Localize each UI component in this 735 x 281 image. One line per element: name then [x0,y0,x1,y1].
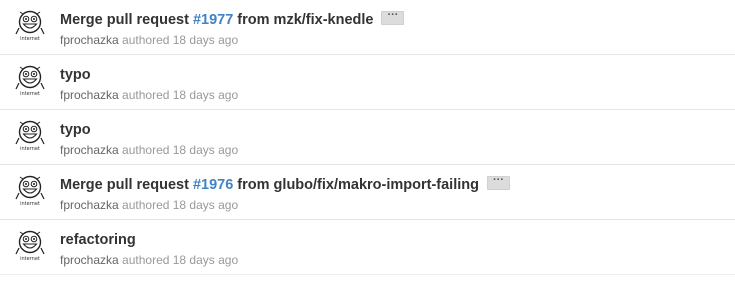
author-link[interactable]: fprochazka [60,198,119,212]
commit-title[interactable]: refactoring [60,231,136,249]
avatar-face-icon [15,230,45,255]
avatar-caption: internet [20,146,40,152]
commit-time: 18 days ago [172,33,239,47]
avatar-caption: internet [20,201,40,207]
commit-title-text[interactable]: refactoring [60,232,136,248]
commit-title[interactable]: typo [60,121,91,139]
avatar-caption: internet [20,256,40,262]
author-link[interactable]: fprochazka [60,88,119,102]
authored-label: authored [118,143,173,157]
commit-row: internet Merge pull request #1977 from m… [0,0,735,55]
avatar-caption: internet [20,36,40,42]
authored-label: authored [118,88,173,102]
commit-row: internet refactoring fprochazka authored… [0,220,735,275]
avatar-face-icon [15,175,45,200]
commit-meta: fprochazka authored 18 days ago [60,88,238,102]
avatar-face-icon [15,65,45,90]
commit-time: 18 days ago [172,143,239,157]
avatar-face-icon [15,120,45,145]
commit-row: internet Merge pull request #1976 from g… [0,165,735,220]
pull-request-link[interactable]: #1977 [193,12,233,28]
commit-title-branch[interactable]: from glubo/fix/makro-import-failing [233,177,479,193]
commit-title-text[interactable]: Merge pull request [60,177,193,193]
author-link[interactable]: fprochazka [60,33,119,47]
commit-time: 18 days ago [172,253,239,267]
authored-label: authored [118,253,173,267]
commit-title-text[interactable]: typo [60,122,91,138]
commit-title[interactable]: Merge pull request #1976 from glubo/fix/… [60,175,510,194]
expand-message-button[interactable]: ··· [381,10,405,26]
commit-meta: fprochazka authored 18 days ago [60,143,238,157]
commit-title-text[interactable]: typo [60,67,91,83]
commit-row: internet typo fprochazka authored 18 day… [0,110,735,165]
commit-time: 18 days ago [172,88,239,102]
commit-title-text[interactable]: Merge pull request [60,12,193,28]
commit-time: 18 days ago [172,198,239,212]
commit-title[interactable]: Merge pull request #1977 from mzk/fix-kn… [60,10,405,29]
author-link[interactable]: fprochazka [60,253,119,267]
commit-meta: fprochazka authored 18 days ago [60,33,238,47]
avatar-face-icon [15,10,45,35]
author-link[interactable]: fprochazka [60,143,119,157]
commit-title[interactable]: typo [60,66,91,84]
authored-label: authored [118,198,173,212]
commit-meta: fprochazka authored 18 days ago [60,253,238,267]
commit-title-branch[interactable]: from mzk/fix-knedle [233,12,373,28]
commit-row: internet typo fprochazka authored 18 day… [0,55,735,110]
avatar-caption: internet [20,91,40,97]
authored-label: authored [118,33,173,47]
commit-meta: fprochazka authored 18 days ago [60,198,238,212]
commit-list: internet Merge pull request #1977 from m… [0,0,735,275]
pull-request-link[interactable]: #1976 [193,177,233,193]
expand-message-button[interactable]: ··· [486,175,510,191]
